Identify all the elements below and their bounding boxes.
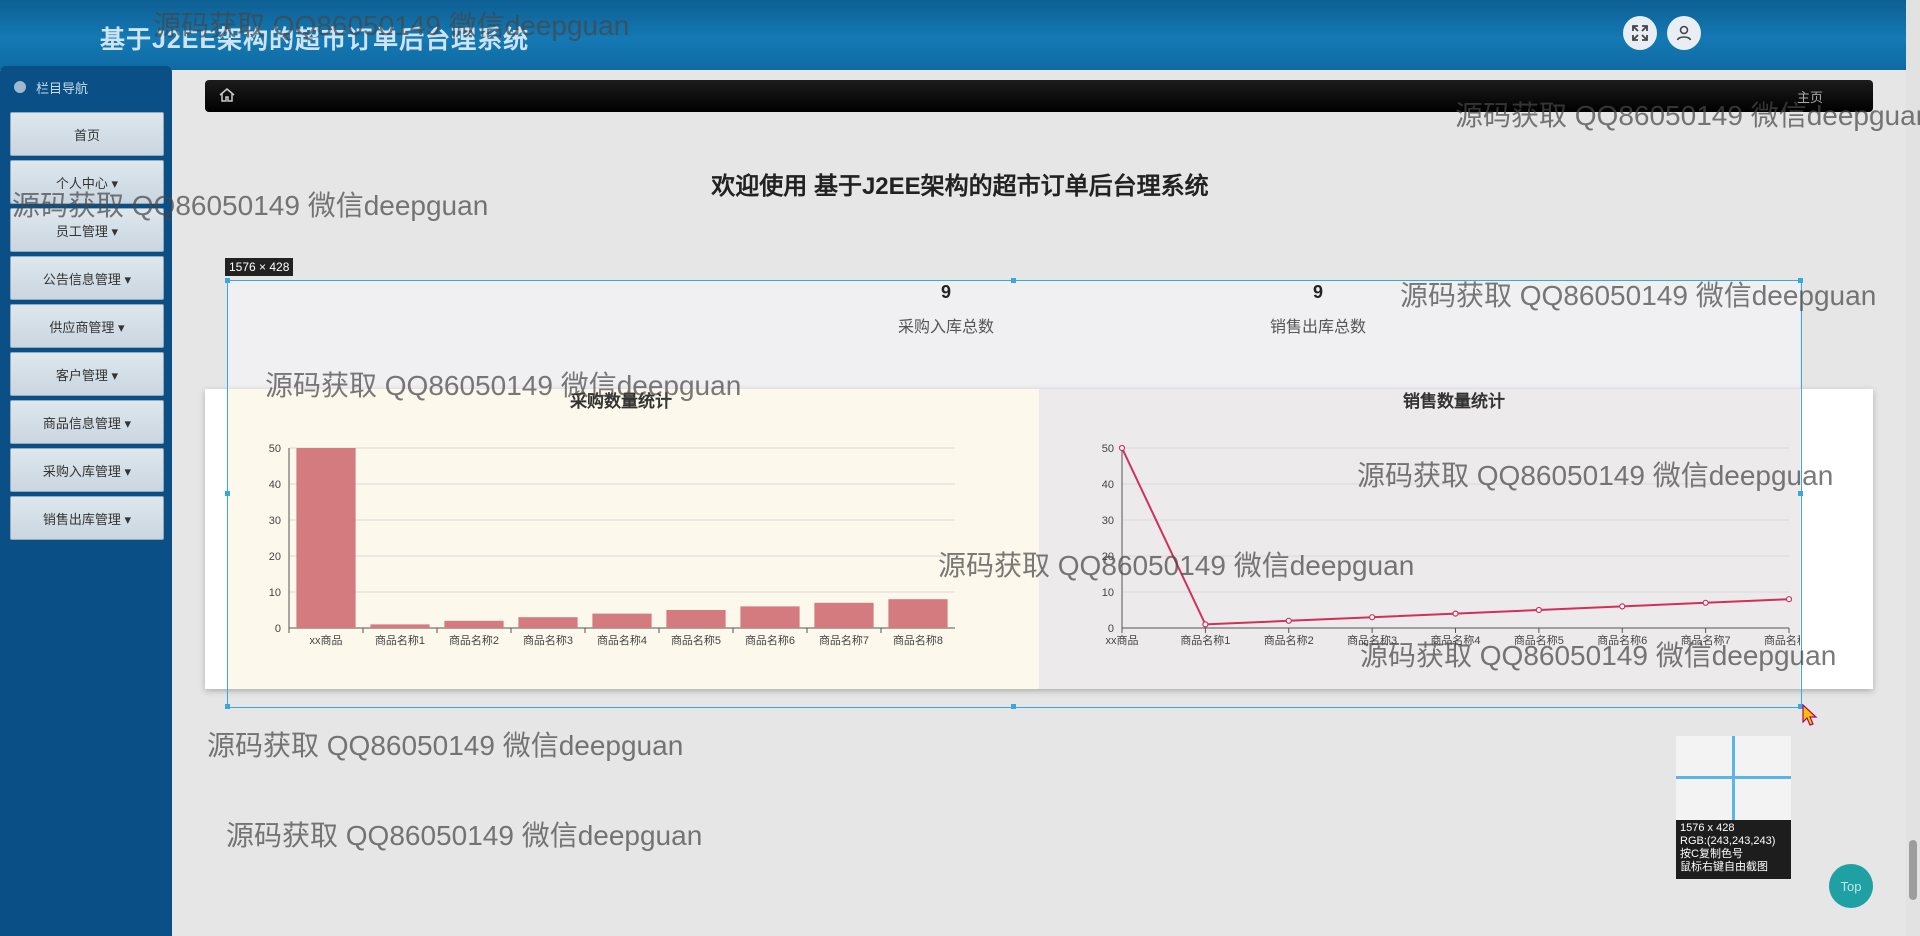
magnifier-info: 1576 x 428 RGB:(243,243,243) 按C复制色号 鼠标右键… <box>1680 822 1775 874</box>
app-title: 基于J2EE架构的超市订单后台理系统 <box>100 26 530 54</box>
sidebar-nav-header: 栏目导航 <box>0 66 172 108</box>
sidebar-item-label: 商品信息管理 ▾ <box>42 415 132 431</box>
magnifier-crosshair <box>1676 776 1791 779</box>
sidebar-item-purchase-management[interactable]: 采购入库管理 ▾ <box>10 448 164 492</box>
sidebar-item-product-management[interactable]: 商品信息管理 ▾ <box>10 400 164 444</box>
selection-handle[interactable] <box>1798 491 1803 496</box>
selection-handle[interactable] <box>225 278 230 283</box>
nav-dot-icon <box>14 81 26 93</box>
scrollbar-thumb[interactable] <box>1909 840 1917 900</box>
selection-rectangle[interactable] <box>227 280 1802 708</box>
magnifier-panel: 1576 x 428 RGB:(243,243,243) 按C复制色号 鼠标右键… <box>1676 736 1791 879</box>
breadcrumb-home[interactable] <box>219 88 235 107</box>
selection-handle[interactable] <box>1798 278 1803 283</box>
magnifier-line: RGB:(243,243,243) <box>1680 835 1776 847</box>
magnifier-line: 鼠标右键自由截图 <box>1680 861 1768 873</box>
home-icon <box>219 88 235 102</box>
user-button[interactable] <box>1667 16 1701 50</box>
sidebar-item-label: 供应商管理 ▾ <box>49 319 125 335</box>
page-scrollbar[interactable] <box>1906 0 1920 936</box>
breadcrumb: 主页 <box>205 80 1873 112</box>
selection-handle[interactable] <box>1011 704 1016 709</box>
sidebar-item-label: 客户管理 ▾ <box>55 367 119 383</box>
sidebar-item-announcement-management[interactable]: 公告信息管理 ▾ <box>10 256 164 300</box>
selection-size-label: 1576 × 428 <box>225 258 294 276</box>
breadcrumb-current: 主页 <box>1796 90 1823 105</box>
selection-handle[interactable] <box>225 491 230 496</box>
magnifier-line: 1576 x 428 <box>1680 822 1735 834</box>
sidebar-item-home[interactable]: 首页 <box>10 112 164 156</box>
sidebar-item-label: 员工管理 ▾ <box>55 223 119 239</box>
sidebar-item-label: 公告信息管理 ▾ <box>42 271 132 287</box>
mouse-cursor-icon <box>1802 704 1818 726</box>
sidebar-item-supplier-management[interactable]: 供应商管理 ▾ <box>10 304 164 348</box>
sidebar-nav-title: 栏目导航 <box>36 80 89 96</box>
expand-icon <box>1632 25 1648 41</box>
user-icon <box>1676 25 1692 41</box>
back-to-top-button[interactable]: Top <box>1829 864 1873 908</box>
sidebar-item-employee-management[interactable]: 员工管理 ▾ <box>10 208 164 252</box>
selection-handle[interactable] <box>225 704 230 709</box>
sidebar-item-sales-management[interactable]: 销售出库管理 ▾ <box>10 496 164 540</box>
sidebar-item-label: 销售出库管理 ▾ <box>42 511 132 527</box>
sidebar-item-customer-management[interactable]: 客户管理 ▾ <box>10 352 164 396</box>
fullscreen-button[interactable] <box>1623 16 1657 50</box>
sidebar-item-label: 首页 <box>73 127 100 143</box>
page-title: 欢迎使用 基于J2EE架构的超市订单后台理系统 <box>711 173 1209 200</box>
magnifier-line: 按C复制色号 <box>1680 848 1743 860</box>
sidebar-item-label: 采购入库管理 ▾ <box>42 463 132 479</box>
selection-handle[interactable] <box>1011 278 1016 283</box>
app-header: 基于J2EE架构的超市订单后台理系统 <box>0 0 1920 70</box>
